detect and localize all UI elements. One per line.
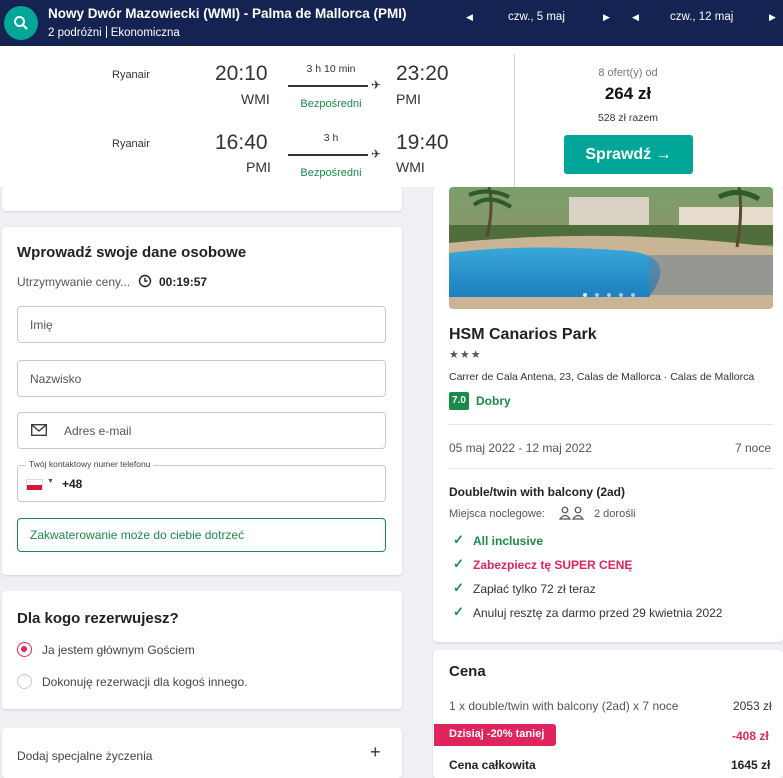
- date-back-next-icon[interactable]: ▶: [769, 12, 776, 23]
- offer-count: 8 ofert(y) od: [598, 67, 658, 79]
- divider: [514, 54, 515, 188]
- date-back[interactable]: czw., 12 maj: [670, 0, 733, 34]
- check-button[interactable]: Sprawdź →: [564, 135, 693, 174]
- perk-pay-now: Zapłać tylko 72 zł teraz: [473, 582, 596, 596]
- perk-all-inclusive: All inclusive: [473, 534, 544, 548]
- previous-card-bottom: [2, 187, 402, 211]
- route-subtitle[interactable]: 2 podróżni Ekonomiczna: [48, 26, 180, 39]
- special-requests-label[interactable]: Dodaj specjalne życzenia: [17, 749, 152, 763]
- chevron-down-icon[interactable]: ▼: [47, 478, 54, 485]
- price-hold-label: Utrzymywanie ceny...: [17, 275, 131, 289]
- travellers: 2 podróżni: [48, 27, 102, 39]
- email-field[interactable]: Adres e-mail: [17, 412, 386, 449]
- star-rating-icon: ★★★: [449, 349, 482, 361]
- dep-code-outbound: WMI: [241, 91, 270, 107]
- divider: [449, 424, 773, 425]
- review-score: 7.0: [449, 392, 469, 410]
- offer-total: 528 zł razem: [597, 112, 659, 124]
- phone-label: Twój kontaktowy numer telefonu: [26, 459, 154, 469]
- total-value: 1645 zł: [731, 758, 771, 772]
- first-name-placeholder: Imię: [30, 318, 53, 332]
- option-someone-else[interactable]: Dokonuję rezerwacji dla kogoś innego.: [42, 675, 247, 689]
- review-label: Dobry: [476, 394, 511, 408]
- guests-icon: [558, 506, 586, 525]
- dep-time-outbound: 20:10: [215, 62, 268, 85]
- airline-outbound: Ryanair: [112, 69, 150, 81]
- stay-dates: 05 maj 2022 - 12 maj 2022: [449, 441, 592, 455]
- carousel-dot[interactable]: [619, 293, 623, 297]
- carousel-dot[interactable]: [595, 293, 599, 297]
- price-title: Cena: [449, 663, 486, 680]
- stops-outbound: Bezpośredni: [300, 98, 362, 110]
- phone-prefix: +48: [62, 477, 83, 491]
- date-back-prev-icon[interactable]: ◀: [632, 12, 639, 23]
- email-placeholder: Adres e-mail: [64, 424, 132, 438]
- carousel-dot[interactable]: [607, 293, 611, 297]
- option-main-guest[interactable]: Ja jestem głównym Gościem: [42, 643, 195, 657]
- cabin-class: Ekonomiczna: [110, 27, 180, 39]
- first-name-field[interactable]: Imię: [17, 306, 386, 343]
- top-bar: Nowy Dwór Mazowiecki (WMI) - Palma de Ma…: [0, 0, 783, 46]
- beds-label: Miejsca noclegowe:: [449, 508, 545, 520]
- radio-main-guest[interactable]: [17, 642, 32, 657]
- price-line-label: 1 x double/twin with balcony (2ad) x 7 n…: [449, 699, 679, 713]
- check-icon: ✓: [453, 604, 464, 619]
- last-name-placeholder: Nazwisko: [30, 372, 82, 386]
- plane-icon: ✈: [371, 147, 382, 161]
- check-icon: ✓: [453, 556, 464, 571]
- airline-return: Ryanair: [112, 138, 150, 150]
- radio-someone-else[interactable]: [17, 674, 32, 689]
- arr-code-return: WMI: [396, 159, 425, 175]
- booking-for-title: Dla kogo rezerwujesz?: [17, 610, 179, 627]
- contact-note: Zakwaterowanie może do ciebie dotrzeć: [17, 518, 386, 552]
- price-hold-timer: 00:19:57: [159, 275, 208, 289]
- stay-nights: 7 noce: [735, 441, 772, 455]
- offer-price: 264 zł: [604, 84, 652, 103]
- discount-badge: Dzisiaj -20% taniej: [434, 724, 556, 746]
- duration-outbound: 3 h 10 min: [306, 63, 356, 75]
- hotel-address: Carrer de Cala Antena, 23, Calas de Mall…: [449, 371, 755, 383]
- price-line-value: 2053 zł: [733, 699, 772, 713]
- arr-time-outbound: 23:20: [396, 62, 449, 85]
- plane-icon: ✈: [371, 78, 382, 92]
- plus-icon[interactable]: +: [370, 742, 381, 763]
- route-title[interactable]: Nowy Dwór Mazowiecki (WMI) - Palma de Ma…: [48, 6, 407, 21]
- room-type: Double/twin with balcony (2ad): [449, 485, 626, 499]
- flight-line-outbound: [288, 85, 368, 87]
- hotel-photo[interactable]: [449, 187, 773, 309]
- carousel-dot[interactable]: [631, 293, 635, 297]
- stops-return: Bezpośredni: [300, 167, 362, 179]
- poland-flag-icon[interactable]: [26, 479, 43, 490]
- hotel-name: HSM Canarios Park: [449, 326, 597, 343]
- check-icon: ✓: [453, 532, 464, 547]
- envelope-icon: [31, 424, 47, 439]
- phone-field[interactable]: Twój kontaktowy numer telefonu ▼ +48: [17, 459, 386, 502]
- clock-icon: [138, 274, 152, 293]
- check-icon: ✓: [453, 580, 464, 595]
- dep-time-return: 16:40: [215, 131, 268, 154]
- date-out[interactable]: czw., 5 maj: [508, 0, 565, 34]
- guests-count: 2 dorośli: [594, 508, 636, 520]
- flight-summary: Ryanair 20:10 WMI 3 h 10 min ✈ Bezpośred…: [0, 46, 783, 188]
- date-out-next-icon[interactable]: ▶: [603, 12, 610, 23]
- arr-time-return: 19:40: [396, 131, 449, 154]
- dep-code-return: PMI: [246, 159, 271, 175]
- search-icon[interactable]: [4, 6, 38, 40]
- perk-free-cancel: Anuluj resztę za darmo przed 29 kwietnia…: [473, 606, 723, 620]
- personal-details-title: Wprowadź swoje dane osobowe: [17, 244, 247, 261]
- duration-return: 3 h: [323, 132, 339, 144]
- date-out-prev-icon[interactable]: ◀: [466, 12, 473, 23]
- flight-line-return: [288, 154, 368, 156]
- divider: [449, 468, 773, 469]
- carousel-dot[interactable]: [583, 293, 587, 297]
- perk-super-price: Zabezpiecz tę SUPER CENĘ: [473, 558, 633, 572]
- arr-code-outbound: PMI: [396, 91, 421, 107]
- discount-value: -408 zł: [732, 729, 769, 743]
- last-name-field[interactable]: Nazwisko: [17, 360, 386, 397]
- total-label: Cena całkowita: [449, 758, 536, 772]
